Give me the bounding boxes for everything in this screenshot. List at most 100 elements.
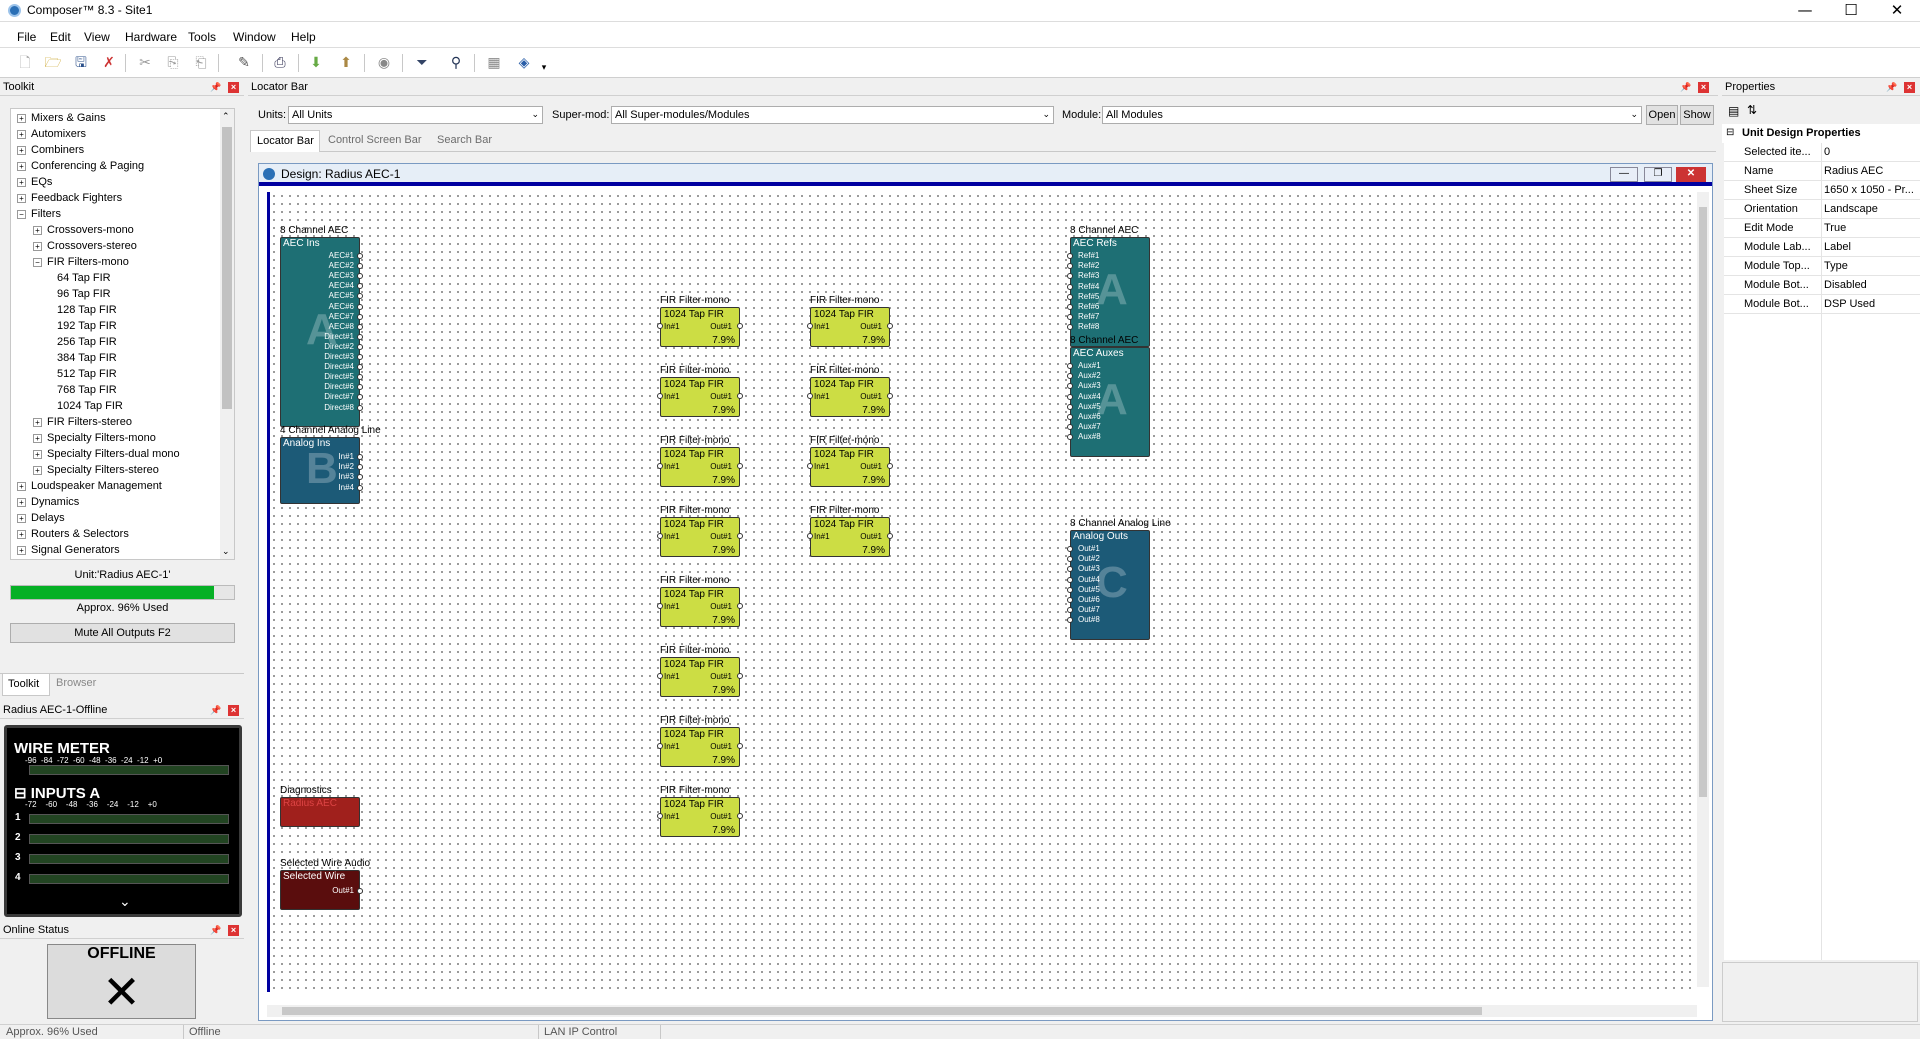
tree-item[interactable]: 96 Tap FIR [49, 288, 111, 300]
pin-icon[interactable]: 📌 [210, 925, 221, 936]
tree-item[interactable]: 512 Tap FIR [49, 368, 117, 380]
property-row[interactable]: Name Radius AEC [1724, 162, 1920, 181]
tree-item[interactable]: + FIR Filters-stereo [33, 416, 132, 428]
port-connector[interactable] [1067, 304, 1073, 310]
tree-item[interactable]: 256 Tap FIR [49, 336, 117, 348]
port-connector[interactable] [357, 323, 363, 330]
collapse-icon[interactable]: − [17, 209, 26, 219]
expand-icon[interactable]: + [33, 417, 42, 427]
expand-icon[interactable]: + [17, 113, 26, 123]
port-connector[interactable] [807, 393, 813, 399]
tree-item[interactable]: + Combiners [17, 144, 84, 156]
expand-icon[interactable]: + [17, 497, 26, 507]
port-connector[interactable] [1067, 324, 1073, 331]
fir-filter-module[interactable]: 1024 Tap FIR In#1 Out#1 7.9% [657, 587, 743, 627]
mute-all-outputs-button[interactable]: Mute All Outputs F2 [10, 623, 235, 643]
expand-icon[interactable]: + [17, 193, 26, 203]
scroll-thumb[interactable] [222, 127, 232, 409]
port-connector[interactable] [357, 888, 363, 894]
port-connector[interactable] [657, 463, 663, 469]
tree-item[interactable]: + Loudspeaker Management [17, 480, 162, 492]
tree-item[interactable]: + Feedback Fighters [17, 192, 122, 204]
port-connector[interactable] [1067, 414, 1073, 420]
tree-item[interactable]: 384 Tap FIR [49, 352, 117, 364]
port-connector[interactable] [657, 813, 663, 819]
menu-tools[interactable]: Tools [188, 30, 216, 44]
canvas-hscroll-thumb[interactable] [282, 1007, 1482, 1015]
fir-filter-module[interactable]: 1024 Tap FIR In#1 Out#1 7.9% [807, 377, 893, 417]
property-row[interactable]: Selected ite... 0 [1724, 143, 1920, 162]
port-connector[interactable] [357, 474, 363, 481]
port-connector[interactable] [1067, 363, 1073, 369]
canvas-vscroll[interactable] [1697, 192, 1709, 987]
port-connector[interactable] [737, 323, 743, 329]
port-connector[interactable] [1067, 393, 1073, 400]
port-connector[interactable] [357, 484, 363, 491]
tree-item[interactable]: + Conferencing & Paging [17, 160, 144, 172]
tree-item[interactable]: − FIR Filters-mono [33, 256, 129, 268]
analog_ins-module[interactable]: Analog Ins B In#1 In#2 In#3 In#4 [280, 437, 363, 504]
fir-filter-module[interactable]: 1024 Tap FIR In#1 Out#1 7.9% [657, 517, 743, 557]
tree-item[interactable]: 1024 Tap FIR [49, 400, 123, 412]
port-connector[interactable] [357, 333, 363, 340]
property-value[interactable]: DSP Used [1824, 298, 1875, 310]
close-icon[interactable]: ✕ [1874, 0, 1920, 22]
port-connector[interactable] [1067, 556, 1073, 563]
tree-item[interactable]: + Signal Generators [17, 544, 120, 556]
menu-hardware[interactable]: Hardware [125, 30, 177, 44]
property-row[interactable]: Orientation Landscape [1724, 200, 1920, 219]
panel-close-icon[interactable]: × [228, 925, 239, 936]
maximize-icon[interactable]: ☐ [1828, 0, 1874, 22]
edit-icon[interactable]: ✎ [234, 53, 254, 73]
port-connector[interactable] [1067, 586, 1073, 593]
save-icon[interactable]: 🖫 [71, 53, 91, 73]
port-connector[interactable] [737, 533, 743, 539]
port-connector[interactable] [1067, 607, 1073, 614]
tree-item[interactable]: 128 Tap FIR [49, 304, 117, 316]
expand-icon[interactable]: + [17, 545, 26, 555]
port-connector[interactable] [1067, 293, 1073, 300]
aec_ins-module[interactable]: AEC Ins A AEC#1 AEC#2 AEC#3 AEC#4 AEC#5 AEC#6 AE… [280, 237, 363, 427]
property-value[interactable]: Label [1824, 241, 1851, 253]
tree-item[interactable]: + Mixers & Gains [17, 112, 106, 124]
port-connector[interactable] [1067, 383, 1073, 390]
property-row[interactable]: Edit Mode True [1724, 219, 1920, 238]
dropdown-arrow-icon[interactable]: ▾ [534, 58, 554, 78]
port-connector[interactable] [1067, 434, 1073, 441]
tree-item[interactable]: + Delays [17, 512, 65, 524]
port-connector[interactable] [1067, 546, 1073, 552]
show-button[interactable]: Show [1680, 105, 1714, 125]
fir-filter-module[interactable]: 1024 Tap FIR In#1 Out#1 7.9% [807, 447, 893, 487]
tree-item[interactable]: 64 Tap FIR [49, 272, 111, 284]
port-connector[interactable] [1067, 263, 1073, 270]
tree-item[interactable]: 192 Tap FIR [49, 320, 117, 332]
port-connector[interactable] [357, 464, 363, 471]
port-connector[interactable] [1067, 597, 1073, 603]
canvas-vscroll-thumb[interactable] [1699, 207, 1707, 797]
expand-icon[interactable]: + [17, 129, 26, 139]
tree-item[interactable]: + Specialty Filters-dual mono [33, 448, 180, 460]
supermod-dropdown[interactable]: All Super-modules/Modules ⌄ [611, 106, 1054, 124]
expand-icon[interactable]: + [33, 225, 42, 235]
port-connector[interactable] [887, 393, 893, 399]
property-row[interactable]: Module Lab... Label [1724, 238, 1920, 257]
pin-icon[interactable]: 📌 [210, 82, 221, 93]
port-connector[interactable] [357, 364, 363, 371]
expand-icon[interactable]: + [33, 241, 42, 251]
port-connector[interactable] [807, 533, 813, 539]
port-connector[interactable] [807, 463, 813, 469]
scroll-up-icon[interactable]: ⌃ [222, 111, 230, 122]
expand-icon[interactable]: + [33, 449, 42, 459]
port-connector[interactable] [737, 743, 743, 749]
panel-close-icon[interactable]: × [228, 82, 239, 93]
port-connector[interactable] [357, 374, 363, 381]
tree-scrollbar[interactable]: ⌃ ⌄ [220, 109, 234, 559]
property-value[interactable]: Type [1824, 260, 1848, 272]
expand-icon[interactable]: + [17, 161, 26, 171]
expand-icon[interactable]: + [17, 145, 26, 155]
sort-alpha-icon[interactable]: ⇅ [1747, 103, 1757, 117]
aec_refs-module[interactable]: AEC Refs A Ref#1 Ref#2 Ref#3 Ref#4 Ref#5 Ref#6 R… [1067, 237, 1150, 347]
expand-icon[interactable]: + [17, 529, 26, 539]
minimize-icon[interactable]: — [1782, 0, 1828, 22]
property-value[interactable]: Landscape [1824, 203, 1878, 215]
